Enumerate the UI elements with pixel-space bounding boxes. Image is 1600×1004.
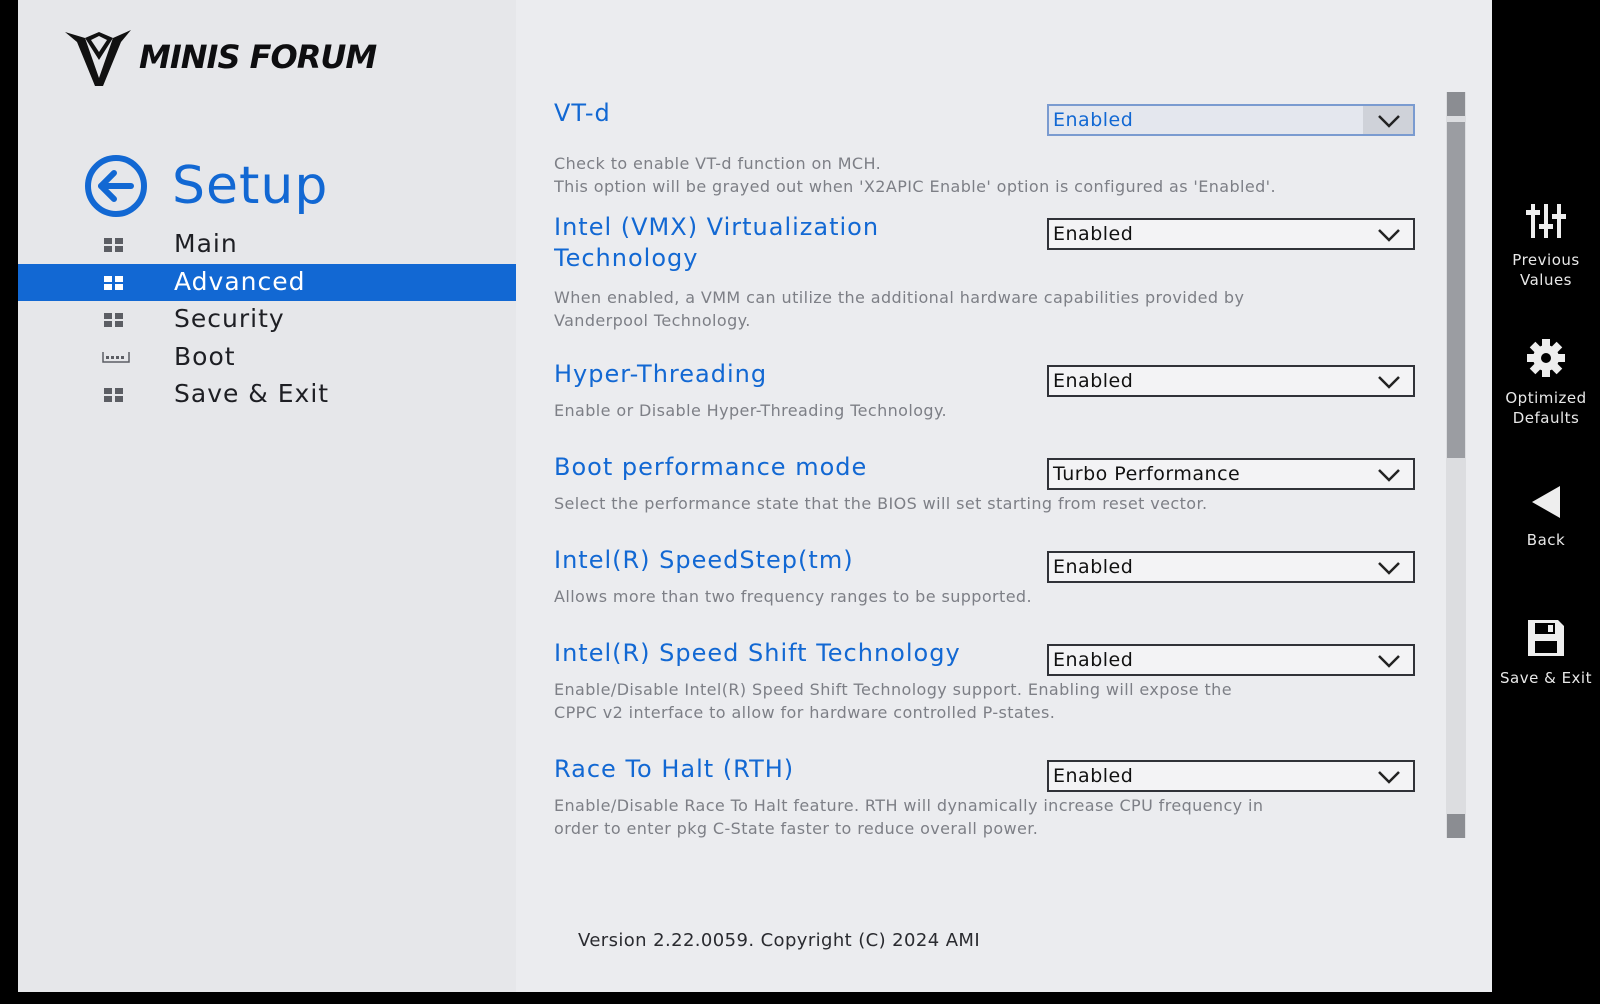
description-line: Vanderpool Technology.: [554, 311, 751, 330]
sidebar-item-main[interactable]: Main: [18, 226, 516, 264]
speed-shift-select[interactable]: Enabled: [1047, 644, 1415, 676]
back-arrow-circle-icon[interactable]: [84, 154, 148, 218]
speedstep-select[interactable]: Enabled: [1047, 551, 1415, 583]
sidebar-item-label: Advanced: [174, 266, 306, 296]
description-line: Allows more than two frequency ranges to…: [554, 587, 1032, 606]
brand-name: MINIS FORUM: [139, 38, 377, 76]
sidebar-item-label: Boot: [174, 341, 236, 371]
grid-icon: [104, 275, 123, 290]
description-line: This option will be grayed out when 'X2A…: [554, 177, 1276, 196]
gear-icon: [1527, 339, 1565, 377]
grid-icon: [104, 238, 123, 252]
settings-list: VT-d Check to enable VT-d function on MC…: [554, 88, 1434, 840]
sidebar-item-security[interactable]: Security: [18, 301, 516, 339]
scroll-up-button[interactable]: [1447, 92, 1465, 116]
description-line: Enable/Disable Race To Halt feature. RTH…: [554, 796, 1264, 815]
select-value: Enabled: [1053, 223, 1134, 245]
setting-description: When enabled, a VMM can utilize the addi…: [554, 286, 1414, 332]
chevron-down-icon: [1378, 229, 1400, 242]
scrollbar[interactable]: [1446, 92, 1466, 838]
button-label: Back: [1526, 531, 1566, 549]
floppy-disk-icon: [1528, 620, 1564, 656]
setting-description: Check to enable VT-d function on MCH. Th…: [554, 152, 1414, 198]
scroll-down-button[interactable]: [1447, 814, 1465, 838]
button-label: Previous Values: [1512, 251, 1580, 289]
setting-title: Race To Halt (RTH): [554, 755, 795, 783]
chevron-down-icon: [1378, 771, 1400, 784]
description-line: CPPC v2 interface to allow for hardware …: [554, 703, 1056, 722]
setting-description: Enable or Disable Hyper-Threading Techno…: [554, 399, 1414, 422]
description-line: Enable or Disable Hyper-Threading Techno…: [554, 401, 948, 420]
setting-description: Select the performance state that the BI…: [554, 492, 1414, 515]
setting-title: Intel(R) Speed Shift Technology: [554, 639, 961, 667]
brand-logo: MINIS FORUM: [63, 26, 377, 88]
back-button[interactable]: Back: [1492, 484, 1600, 550]
hyper-threading-select[interactable]: Enabled: [1047, 365, 1415, 397]
description-line: Select the performance state that the BI…: [554, 494, 1208, 513]
sidebar-item-advanced[interactable]: Advanced: [18, 263, 516, 301]
vt-d-select[interactable]: Enabled: [1047, 104, 1415, 136]
bios-screen: MINIS FORUM Setup Main Advanced Security: [18, 0, 1492, 992]
vmx-select[interactable]: Enabled: [1047, 218, 1415, 250]
chevron-down-icon: [1378, 115, 1400, 128]
select-value: Enabled: [1053, 370, 1134, 392]
sidebar-nav: Main Advanced Security Boot Save & Exit: [18, 226, 516, 414]
select-value: Enabled: [1053, 765, 1134, 787]
button-label: Save & Exit: [1500, 669, 1592, 687]
setting-description: Enable/Disable Intel(R) Speed Shift Tech…: [554, 678, 1414, 724]
setting-title: VT-d: [554, 99, 611, 127]
chevron-down-icon: [1378, 562, 1400, 575]
save-exit-button[interactable]: Save & Exit: [1492, 618, 1600, 688]
page-title: Setup: [172, 156, 329, 216]
chevron-down-icon: [1378, 376, 1400, 389]
grid-icon: [104, 388, 123, 402]
description-line: Check to enable VT-d function on MCH.: [554, 154, 882, 173]
setup-header: Setup: [84, 154, 328, 218]
grid-icon: [104, 313, 123, 327]
optimized-defaults-button[interactable]: Optimized Defaults: [1492, 338, 1600, 428]
scroll-thumb[interactable]: [1447, 122, 1465, 458]
sidebar-item-label: Save & Exit: [174, 379, 330, 408]
sidebar-item-boot[interactable]: Boot: [18, 339, 516, 377]
sidebar-item-label: Security: [174, 304, 285, 333]
description-line: When enabled, a VMM can utilize the addi…: [554, 288, 1245, 307]
select-value: Turbo Performance: [1053, 463, 1241, 485]
left-panel: MINIS FORUM Setup Main Advanced Security: [18, 0, 516, 992]
chevron-down-icon: [1378, 469, 1400, 482]
select-value: Enabled: [1053, 556, 1134, 578]
setting-title: Boot performance mode: [554, 453, 868, 481]
side-action-bar: Previous Values Optimized Defaults Back S: [1492, 0, 1600, 1004]
back-triangle-icon: [1532, 486, 1560, 518]
sidebar-item-label: Main: [174, 229, 238, 258]
setting-title: Intel (VMX) Virtualization Technology: [554, 213, 880, 272]
boot-drive-icon: [102, 351, 130, 363]
minisforum-logo-icon: [65, 30, 131, 86]
previous-values-button[interactable]: Previous Values: [1492, 202, 1600, 290]
boot-performance-select[interactable]: Turbo Performance: [1047, 458, 1415, 490]
button-label: Optimized Defaults: [1505, 389, 1587, 427]
race-to-halt-select[interactable]: Enabled: [1047, 760, 1415, 792]
select-value: Enabled: [1053, 109, 1134, 131]
description-line: order to enter pkg C-State faster to red…: [554, 819, 1039, 838]
setting-description: Enable/Disable Race To Halt feature. RTH…: [554, 794, 1414, 840]
setting-title: Hyper-Threading: [554, 360, 768, 388]
select-value: Enabled: [1053, 649, 1134, 671]
description-line: Enable/Disable Intel(R) Speed Shift Tech…: [554, 680, 1232, 699]
sidebar-item-save-exit[interactable]: Save & Exit: [18, 376, 516, 414]
sliders-icon: [1526, 204, 1566, 238]
version-footer: Version 2.22.0059. Copyright (C) 2024 AM…: [578, 930, 981, 951]
chevron-down-icon: [1378, 655, 1400, 668]
setting-description: Allows more than two frequency ranges to…: [554, 585, 1414, 608]
setting-title: Intel(R) SpeedStep(tm): [554, 546, 854, 574]
